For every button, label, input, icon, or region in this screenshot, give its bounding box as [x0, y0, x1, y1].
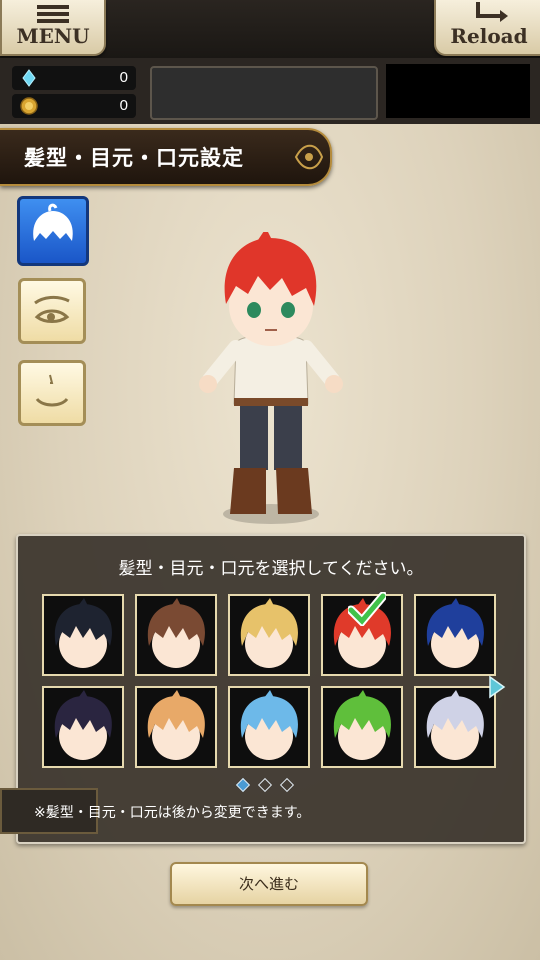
- hair-icon: [33, 203, 73, 241]
- title-banner: 髪型・目元・口元設定: [0, 128, 332, 186]
- page-title: 髪型・目元・口元設定: [24, 146, 244, 170]
- coin-count: 0: [119, 97, 128, 114]
- hair-option-6[interactable]: [42, 686, 124, 768]
- gem-icon: [22, 69, 36, 87]
- hair-style-icon: [147, 690, 205, 760]
- hair-style-icon: [54, 598, 112, 668]
- hair-option-2[interactable]: [135, 594, 217, 676]
- panel-note: ※髪型・目元・口元は後から変更できます。: [34, 805, 311, 821]
- hair-style-icon: [426, 690, 484, 760]
- character-avatar: [199, 232, 343, 524]
- hair-style-icon: [240, 690, 298, 760]
- hair-option-5[interactable]: [414, 594, 496, 676]
- mouth-icon: [35, 374, 69, 407]
- reload-icon: [476, 2, 508, 22]
- eye-icon: [34, 295, 70, 323]
- menu-button[interactable]: MENU: [0, 0, 106, 56]
- hair-style-icon: [147, 598, 205, 668]
- next-page-arrow-icon[interactable]: [488, 675, 506, 699]
- coin-counter: 0: [12, 94, 136, 118]
- hair-style-icon: [333, 690, 391, 760]
- hair-style-icon: [240, 598, 298, 668]
- mouth-tab[interactable]: [18, 360, 86, 426]
- hamburger-icon: [37, 5, 69, 23]
- hair-style-icon: [54, 690, 112, 760]
- hair-option-7[interactable]: [135, 686, 217, 768]
- message-box: [150, 66, 378, 120]
- hair-tab[interactable]: [17, 196, 89, 266]
- hair-option-3[interactable]: [228, 594, 310, 676]
- next-button[interactable]: 次へ進む: [170, 862, 368, 906]
- reload-label: Reload: [450, 24, 528, 48]
- gem-counter: 0: [12, 66, 136, 90]
- info-box: [386, 64, 530, 118]
- hair-option-1[interactable]: [42, 594, 124, 676]
- reload-button[interactable]: Reload: [434, 0, 540, 56]
- selected-check-icon: [348, 592, 386, 626]
- ornament-icon: [294, 144, 324, 170]
- gem-count: 0: [119, 69, 128, 86]
- panel-prompt: 髪型・目元・口元を選択してください。: [118, 559, 424, 579]
- hair-option-8[interactable]: [228, 686, 310, 768]
- hair-option-10[interactable]: [414, 686, 496, 768]
- menu-label: MENU: [16, 24, 90, 48]
- eyes-tab[interactable]: [18, 278, 86, 344]
- coin-icon: [20, 97, 38, 115]
- hair-style-icon: [426, 598, 484, 668]
- hair-option-9[interactable]: [321, 686, 403, 768]
